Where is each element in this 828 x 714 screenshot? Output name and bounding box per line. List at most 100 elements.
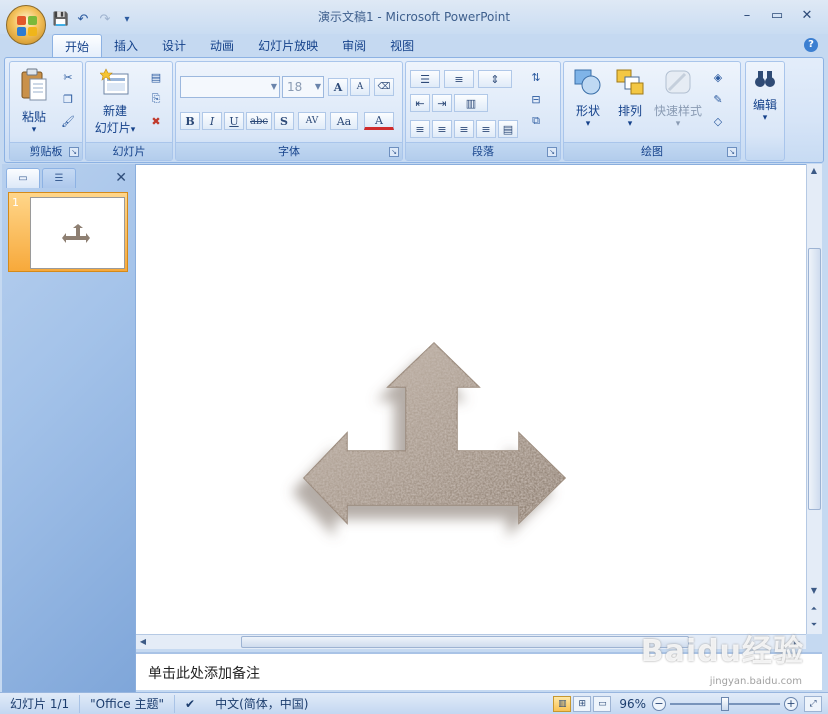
decrease-indent-icon[interactable]: ⇤ [410, 94, 430, 112]
paste-dropdown-icon[interactable]: ▾ [16, 125, 52, 135]
arrange-dropdown-icon[interactable]: ▾ [610, 119, 650, 129]
zoom-level[interactable]: 96% [613, 697, 652, 711]
tab-home[interactable]: 开始 [52, 34, 103, 58]
new-slide-dropdown-icon[interactable]: ▾ [131, 125, 136, 135]
numbering-icon[interactable]: ≡ [444, 70, 474, 88]
tab-animations[interactable]: 动画 [198, 34, 246, 58]
close-button[interactable]: ✕ [792, 4, 822, 26]
slide-sorter-view-button[interactable]: ⊞ [573, 696, 592, 712]
text-direction-icon[interactable]: ⇅ [526, 68, 546, 86]
tab-review[interactable]: 审阅 [330, 34, 378, 58]
shrink-font-button[interactable]: A [350, 78, 370, 96]
slides-pane: ▭ ☰ ✕ 1 [2, 164, 136, 692]
font-launcher-icon[interactable]: ↘ [389, 147, 399, 157]
shapes-dropdown-icon[interactable]: ▾ [568, 119, 608, 129]
paste-button[interactable]: 粘贴 ▾ [16, 68, 52, 135]
cut-icon[interactable]: ✂ [58, 68, 78, 86]
layout-icon[interactable]: ▤ [146, 68, 166, 86]
scroll-up-icon[interactable]: ▲ [807, 164, 821, 178]
shadow-button[interactable]: S [274, 112, 294, 130]
smartart-icon[interactable]: ⧉ [526, 112, 546, 130]
strikethrough-button[interactable]: abc [246, 112, 272, 130]
arrange-button[interactable]: 排列 ▾ [610, 68, 650, 129]
shape-effects-icon[interactable]: ◇ [708, 112, 728, 130]
font-group: ▼ 18 ▼ A A ⌫ B I U abc S AV Aa A 字体 ↘ [175, 61, 403, 161]
format-painter-icon[interactable]: 🖌 [58, 112, 78, 130]
reset-slide-icon[interactable]: ⎘ [146, 90, 166, 108]
underline-button[interactable]: U [224, 112, 244, 130]
scroll-down-icon[interactable]: ▼ [807, 584, 821, 598]
zoom-knob[interactable] [721, 697, 729, 711]
align-center-icon[interactable]: ≡ [432, 120, 452, 138]
align-left-icon[interactable]: ≡ [410, 120, 430, 138]
character-spacing-button[interactable]: AV [298, 112, 326, 130]
customize-qat-icon[interactable]: ▾ [118, 10, 136, 28]
slide-canvas[interactable] [136, 164, 806, 634]
shape-fill-icon[interactable]: ◈ [708, 68, 728, 86]
drawing-launcher-icon[interactable]: ↘ [727, 147, 737, 157]
watermark-url: jingyan.baidu.com [709, 676, 802, 687]
next-slide-icon[interactable]: ⏷ [807, 618, 821, 632]
bullets-icon[interactable]: ☰ [410, 70, 440, 88]
justify-icon[interactable]: ≡ [476, 120, 496, 138]
italic-button[interactable]: I [202, 112, 222, 130]
help-icon[interactable]: ? [804, 38, 818, 52]
minimize-button[interactable]: – [732, 4, 762, 26]
delete-slide-icon[interactable]: ✖ [146, 112, 166, 130]
editing-dropdown-icon[interactable]: ▾ [748, 113, 782, 123]
shape-outline-icon[interactable]: ✎ [708, 90, 728, 108]
notes-placeholder[interactable]: 单击此处添加备注 [148, 663, 260, 683]
status-theme[interactable]: "Office 主题" [80, 694, 176, 713]
save-icon[interactable]: 💾 [52, 10, 70, 28]
font-color-button[interactable]: A [364, 112, 394, 130]
tab-outline[interactable]: ☰ [42, 168, 76, 188]
clear-formatting-icon[interactable]: ⌫ [374, 78, 394, 96]
slide-thumbnail-1[interactable]: 1 [8, 192, 128, 272]
fit-to-window-icon[interactable]: ⤢ [804, 696, 822, 712]
grow-font-button[interactable]: A [328, 78, 348, 96]
previous-slide-icon[interactable]: ⏶ [807, 602, 821, 616]
quick-styles-dropdown-icon[interactable]: ▾ [652, 119, 704, 129]
copy-icon[interactable]: ❐ [58, 90, 78, 108]
vertical-scroll-thumb[interactable] [808, 248, 821, 510]
tab-slideshow[interactable]: 幻灯片放映 [246, 34, 330, 58]
tab-slides[interactable]: ▭ [6, 168, 40, 188]
pane-close-icon[interactable]: ✕ [115, 170, 127, 186]
paragraph-launcher-icon[interactable]: ↘ [547, 147, 557, 157]
slideshow-view-button[interactable]: ▭ [593, 696, 612, 712]
quick-styles-button[interactable]: 快速样式 ▾ [652, 68, 704, 129]
redo-icon[interactable]: ↷ [96, 10, 114, 28]
horizontal-scroll-thumb[interactable] [241, 636, 689, 648]
increase-indent-icon[interactable]: ⇥ [432, 94, 452, 112]
tab-view[interactable]: 视图 [378, 34, 426, 58]
vertical-scrollbar[interactable]: ▲ ▼ ⏶ ⏷ [806, 164, 822, 634]
shapes-icon [574, 69, 601, 95]
normal-view-button[interactable]: ▥ [553, 696, 572, 712]
editing-button[interactable]: 编辑 ▾ [748, 68, 782, 123]
font-size-combo[interactable]: 18 ▼ [282, 76, 324, 98]
arrow-shape[interactable] [136, 165, 806, 635]
zoom-in-icon[interactable]: + [784, 697, 798, 711]
font-group-label: 字体 [176, 142, 402, 160]
clipboard-launcher-icon[interactable]: ↘ [69, 147, 79, 157]
status-language[interactable]: 中文(简体，中国) [205, 695, 318, 713]
distributed-icon[interactable]: ▤ [498, 120, 518, 138]
new-slide-button[interactable]: 新建 幻灯片▾ [90, 68, 140, 136]
scroll-left-icon[interactable]: ◀ [136, 635, 150, 649]
align-text-icon[interactable]: ⊟ [526, 90, 546, 108]
font-name-combo[interactable]: ▼ [180, 76, 280, 98]
zoom-out-icon[interactable]: − [652, 697, 666, 711]
undo-icon[interactable]: ↶ [74, 10, 92, 28]
spellcheck-icon[interactable]: ✔ [175, 695, 205, 713]
zoom-slider[interactable] [670, 696, 780, 712]
change-case-button[interactable]: Aa [330, 112, 358, 130]
maximize-button[interactable]: ▭ [762, 4, 792, 26]
tab-insert[interactable]: 插入 [102, 34, 150, 58]
shapes-button[interactable]: 形状 ▾ [568, 68, 608, 129]
tab-design[interactable]: 设计 [150, 34, 198, 58]
office-button[interactable] [6, 5, 46, 45]
line-spacing-icon[interactable]: ⇕ [478, 70, 512, 88]
align-right-icon[interactable]: ≡ [454, 120, 474, 138]
bold-button[interactable]: B [180, 112, 200, 130]
columns-icon[interactable]: ▥ [454, 94, 488, 112]
